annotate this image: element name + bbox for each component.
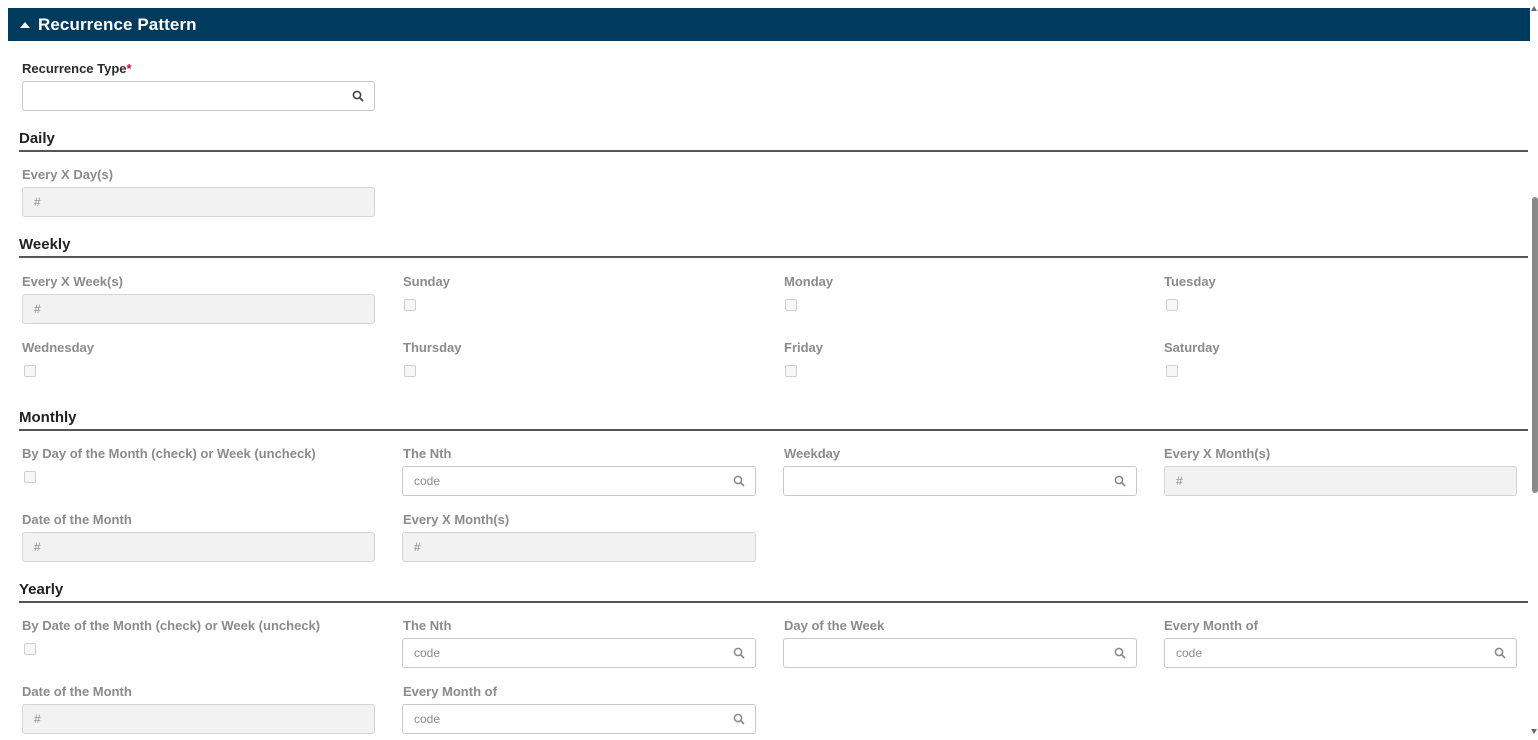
search-icon[interactable]	[733, 647, 745, 659]
checkbox-sunday[interactable]	[404, 299, 416, 311]
every-x-days-placeholder: #	[34, 195, 41, 209]
yearly-date-label: Date of the Month	[22, 684, 132, 699]
checkbox-wednesday[interactable]	[24, 365, 36, 377]
scroll-up-arrow-icon[interactable]	[1531, 6, 1537, 11]
weekday-label-saturday: Saturday	[1164, 340, 1220, 355]
yearly-every-month-of-label: Every Month of	[1164, 618, 1258, 633]
monthly-every-x-months-label: Every X Month(s)	[1164, 446, 1271, 461]
recurrence-type-lookup[interactable]	[22, 81, 375, 111]
search-icon[interactable]	[1114, 475, 1126, 487]
panel-title: Recurrence Pattern	[38, 14, 197, 34]
monthly-weekday-label: Weekday	[784, 446, 841, 461]
yearly-every-month-of-b-lookup[interactable]: code	[402, 704, 756, 734]
recurrence-pattern-header[interactable]: Recurrence Pattern	[8, 8, 1530, 41]
yearly-every-month-of-b-placeholder: code	[414, 712, 441, 726]
every-x-weeks-input[interactable]: #	[22, 294, 375, 324]
yearly-day-of-week-lookup[interactable]	[783, 638, 1137, 668]
checkbox-tuesday[interactable]	[1166, 299, 1178, 311]
every-x-weeks-label: Every X Week(s)	[22, 274, 123, 289]
monthly-date-input[interactable]: #	[22, 532, 375, 562]
monthly-every-x-months-b-label: Every X Month(s)	[403, 512, 510, 527]
yearly-day-of-week-label: Day of the Week	[784, 618, 885, 633]
monthly-nth-label: The Nth	[403, 446, 452, 461]
recurrence-type-label-text: Recurrence Type	[22, 61, 127, 76]
checkbox-thursday[interactable]	[404, 365, 416, 377]
yearly-every-month-of-b-label: Every Month of	[403, 684, 497, 699]
weekday-label-wednesday: Wednesday	[22, 340, 95, 355]
yearly-by-date-checkbox[interactable]	[24, 643, 36, 655]
monthly-date-label: Date of the Month	[22, 512, 132, 527]
search-icon[interactable]	[1494, 647, 1506, 659]
monthly-weekday-lookup[interactable]	[783, 466, 1137, 496]
yearly-nth-lookup[interactable]: code	[402, 638, 756, 668]
recurrence-form: Recurrence Type* Daily Every X Day(s) # …	[0, 41, 1528, 740]
search-icon[interactable]	[352, 90, 364, 102]
every-x-days-label: Every X Day(s)	[22, 167, 114, 182]
every-x-days-input[interactable]: #	[22, 187, 375, 217]
weekly-section-title: Weekly	[19, 236, 1528, 258]
weekday-label-monday: Monday	[784, 274, 834, 289]
monthly-every-x-months-placeholder: #	[1176, 474, 1183, 488]
yearly-by-date-label: By Date of the Month (check) or Week (un…	[22, 618, 321, 633]
yearly-section-title: Yearly	[19, 581, 1528, 603]
yearly-every-month-of-placeholder: code	[1176, 646, 1203, 660]
monthly-by-day-label: By Day of the Month (check) or Week (unc…	[22, 446, 316, 461]
checkbox-monday[interactable]	[785, 299, 797, 311]
every-x-weeks-placeholder: #	[34, 302, 41, 316]
weekday-label-sunday: Sunday	[403, 274, 450, 289]
caret-up-icon[interactable]	[20, 22, 30, 28]
monthly-every-x-months-b-placeholder: #	[414, 540, 421, 554]
monthly-every-x-months-input[interactable]: #	[1164, 466, 1517, 496]
scrollbar-thumb[interactable]	[1532, 197, 1538, 493]
recurrence-type-label: Recurrence Type*	[22, 61, 132, 76]
daily-section-title: Daily	[19, 130, 1528, 152]
monthly-every-x-months-b-input[interactable]: #	[402, 532, 756, 562]
monthly-by-day-checkbox[interactable]	[24, 471, 36, 483]
search-icon[interactable]	[733, 475, 745, 487]
checkbox-saturday[interactable]	[1166, 365, 1178, 377]
search-icon[interactable]	[733, 713, 745, 725]
search-icon[interactable]	[1114, 647, 1126, 659]
yearly-nth-label: The Nth	[403, 618, 452, 633]
yearly-every-month-of-lookup[interactable]: code	[1164, 638, 1517, 668]
weekday-label-tuesday: Tuesday	[1164, 274, 1216, 289]
required-mark: *	[126, 61, 132, 76]
yearly-date-input[interactable]: #	[22, 704, 375, 734]
monthly-date-placeholder: #	[34, 540, 41, 554]
weekday-label-thursday: Thursday	[403, 340, 462, 355]
checkbox-friday[interactable]	[785, 365, 797, 377]
yearly-nth-placeholder: code	[414, 646, 441, 660]
monthly-nth-lookup[interactable]: code	[402, 466, 756, 496]
weekday-label-friday: Friday	[784, 340, 824, 355]
monthly-section-title: Monthly	[19, 409, 1528, 431]
monthly-nth-placeholder: code	[414, 474, 441, 488]
scroll-down-arrow-icon[interactable]	[1531, 729, 1537, 734]
yearly-date-placeholder: #	[34, 712, 41, 726]
